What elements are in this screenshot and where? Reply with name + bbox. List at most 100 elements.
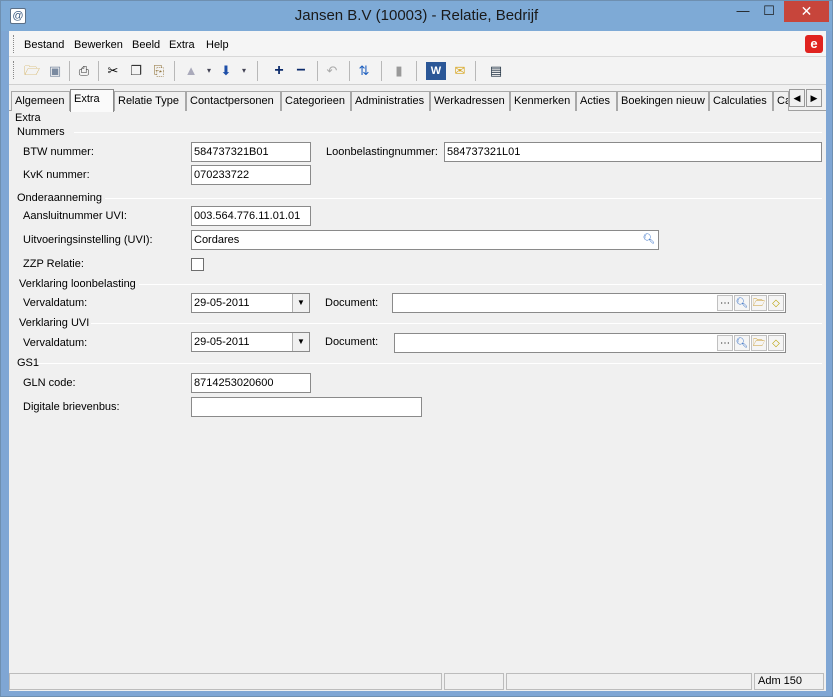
window-title: Jansen B.V (10003) - Relatie, Bedrijf [294, 7, 539, 24]
brievenbus-input[interactable] [191, 397, 422, 417]
brievenbus-label: Digitale brievenbus: [23, 401, 120, 413]
open-folder-icon[interactable]: 🗁 [22, 61, 42, 81]
tab-werkadressen[interactable]: Werkadressen [430, 91, 510, 111]
status-cell [9, 673, 442, 690]
btw-input[interactable]: 584737321B01 [191, 142, 311, 162]
open-folder-icon[interactable]: 🗁 [751, 335, 767, 351]
tab-relatie-type[interactable]: Relatie Type [114, 91, 186, 111]
menu-bewerken[interactable]: Bewerken [74, 39, 123, 51]
search-icon[interactable]: 🔍︎ [734, 295, 750, 311]
title-bar[interactable]: @ Jansen B.V (10003) - Relatie, Bedrijf … [1, 1, 832, 31]
down-dropdown-icon[interactable]: ▾ [234, 61, 254, 81]
toolbar-separator [69, 61, 70, 81]
section-divider [91, 323, 822, 324]
gln-label: GLN code: [23, 377, 76, 389]
uitvoering-input[interactable]: Cordares 🔍︎ [191, 230, 659, 250]
tab-calculaties[interactable]: Calculaties [709, 91, 773, 111]
section-onderaanneming: Onderaanneming [17, 192, 103, 204]
tab-algemeen[interactable]: Algemeen [11, 91, 70, 111]
menu-help[interactable]: Help [206, 39, 229, 51]
status-cell [444, 673, 504, 690]
uvi-vervaldatum-combo[interactable]: 29-05-2011 ▼ [191, 332, 310, 352]
uvi-vervaldatum-value: 29-05-2011 [194, 336, 250, 348]
search-icon[interactable]: 🔍︎ [641, 232, 657, 248]
bookmark-icon[interactable]: ▮ [389, 61, 409, 81]
zzp-checkbox[interactable] [191, 258, 204, 271]
uvi-vervaldatum-label: Vervaldatum: [23, 337, 88, 349]
ellipsis-icon[interactable]: ⋯ [717, 295, 733, 311]
toolbar-separator [349, 61, 350, 81]
tab-contactpersonen[interactable]: Contactpersonen [186, 91, 281, 111]
section-divider [105, 198, 822, 199]
loon-document-input[interactable]: ⋯ 🔍︎ 🗁 ◇ [392, 293, 786, 313]
chevron-down-icon[interactable]: ▼ [292, 333, 309, 351]
loonbelasting-input[interactable]: 584737321L01 [444, 142, 822, 162]
uitvoering-value: Cordares [194, 234, 240, 246]
menu-bestand[interactable]: Bestand [24, 39, 64, 51]
gln-input[interactable]: 8714253020600 [191, 373, 311, 393]
tab-scroll-right-icon[interactable]: ▶ [806, 89, 822, 107]
tab-kenmerken[interactable]: Kenmerken [510, 91, 576, 111]
open-folder-icon[interactable]: 🗁 [751, 295, 767, 311]
undo-icon[interactable]: ↶ [322, 61, 342, 81]
remove-icon[interactable]: − [291, 61, 311, 81]
extra-panel: Extra Nummers BTW nummer: 584737321B01 L… [9, 111, 826, 671]
tab-scroll-left-icon[interactable]: ◀ [789, 89, 805, 107]
toolbar: 🗁 ▣ ⎙ ✂ ❐ ⎘ ▲︎ ▾ ⬇ ▾ + − ↶ ⇅ ▮ W ✉ ▤ [9, 57, 826, 85]
close-button[interactable]: ✕ [784, 1, 829, 22]
loonbelasting-label: Loonbelastingnummer: [326, 146, 438, 158]
tab-boekingen-nieuw[interactable]: Boekingen nieuw [617, 91, 709, 111]
menu-grip[interactable] [13, 35, 16, 53]
add-icon[interactable]: + [269, 61, 289, 81]
section-divider [74, 132, 822, 133]
tab-truncated[interactable]: Ca [773, 91, 789, 111]
section-divider [37, 363, 822, 364]
chevron-down-icon[interactable]: ▼ [292, 294, 309, 312]
section-nummers: Nummers [17, 126, 65, 138]
status-adm: Adm 150 [754, 673, 824, 690]
up-icon[interactable]: ▲︎ [181, 61, 201, 81]
mail-icon[interactable]: ✉ [450, 61, 470, 81]
menu-bar: Bestand Bewerken Beeld Extra Help e [9, 31, 826, 57]
section-verklaring-loonbelasting: Verklaring loonbelasting [19, 278, 136, 290]
cut-icon[interactable]: ✂ [103, 61, 123, 81]
toolbar-grip[interactable] [13, 61, 16, 79]
uvi-document-input[interactable]: ⋯ 🔍︎ 🗁 ◇ [394, 333, 786, 353]
save-icon[interactable]: ▣ [45, 61, 65, 81]
minimize-button[interactable]: — [730, 1, 756, 22]
maximize-button[interactable]: ☐ [756, 1, 782, 22]
table-icon[interactable]: ▤ [486, 61, 506, 81]
kvk-input[interactable]: 070233722 [191, 165, 311, 185]
menu-beeld[interactable]: Beeld [132, 39, 160, 51]
toolbar-separator [381, 61, 382, 81]
paste-icon[interactable]: ⎘ [149, 61, 169, 81]
aansluit-input[interactable]: 003.564.776.11.01.01 [191, 206, 311, 226]
menu-extra[interactable]: Extra [169, 39, 195, 51]
tab-categorieen[interactable]: Categorieen [281, 91, 351, 111]
section-gs1: GS1 [17, 357, 40, 369]
panel-header: Extra [15, 112, 41, 124]
toolbar-separator [257, 61, 258, 81]
status-bar: Adm 150 [9, 671, 826, 691]
eraser-icon[interactable]: ◇ [768, 295, 784, 311]
kvk-label: KvK nummer: [23, 169, 90, 181]
copy-icon[interactable]: ❐ [126, 61, 146, 81]
print-icon[interactable]: ⎙ [74, 61, 94, 81]
tab-administraties[interactable]: Administraties [351, 91, 430, 111]
loon-vervaldatum-value: 29-05-2011 [194, 297, 250, 309]
search-icon[interactable]: 🔍︎ [734, 335, 750, 351]
section-divider [139, 284, 822, 285]
loon-vervaldatum-label: Vervaldatum: [23, 297, 88, 309]
tab-acties[interactable]: Acties [576, 91, 617, 111]
down-icon[interactable]: ⬇ [216, 61, 236, 81]
toolbar-separator [475, 61, 476, 81]
eraser-icon[interactable]: ◇ [768, 335, 784, 351]
loon-vervaldatum-combo[interactable]: 29-05-2011 ▼ [191, 293, 310, 313]
tab-extra[interactable]: Extra [70, 89, 114, 112]
aansluit-label: Aansluitnummer UVI: [23, 210, 127, 222]
uvi-document-label: Document: [325, 336, 379, 348]
ellipsis-icon[interactable]: ⋯ [717, 335, 733, 351]
word-icon[interactable]: W [426, 62, 446, 80]
tab-strip: Algemeen Extra Relatie Type Contactperso… [9, 89, 826, 112]
refresh-icon[interactable]: ⇅ [354, 61, 374, 81]
